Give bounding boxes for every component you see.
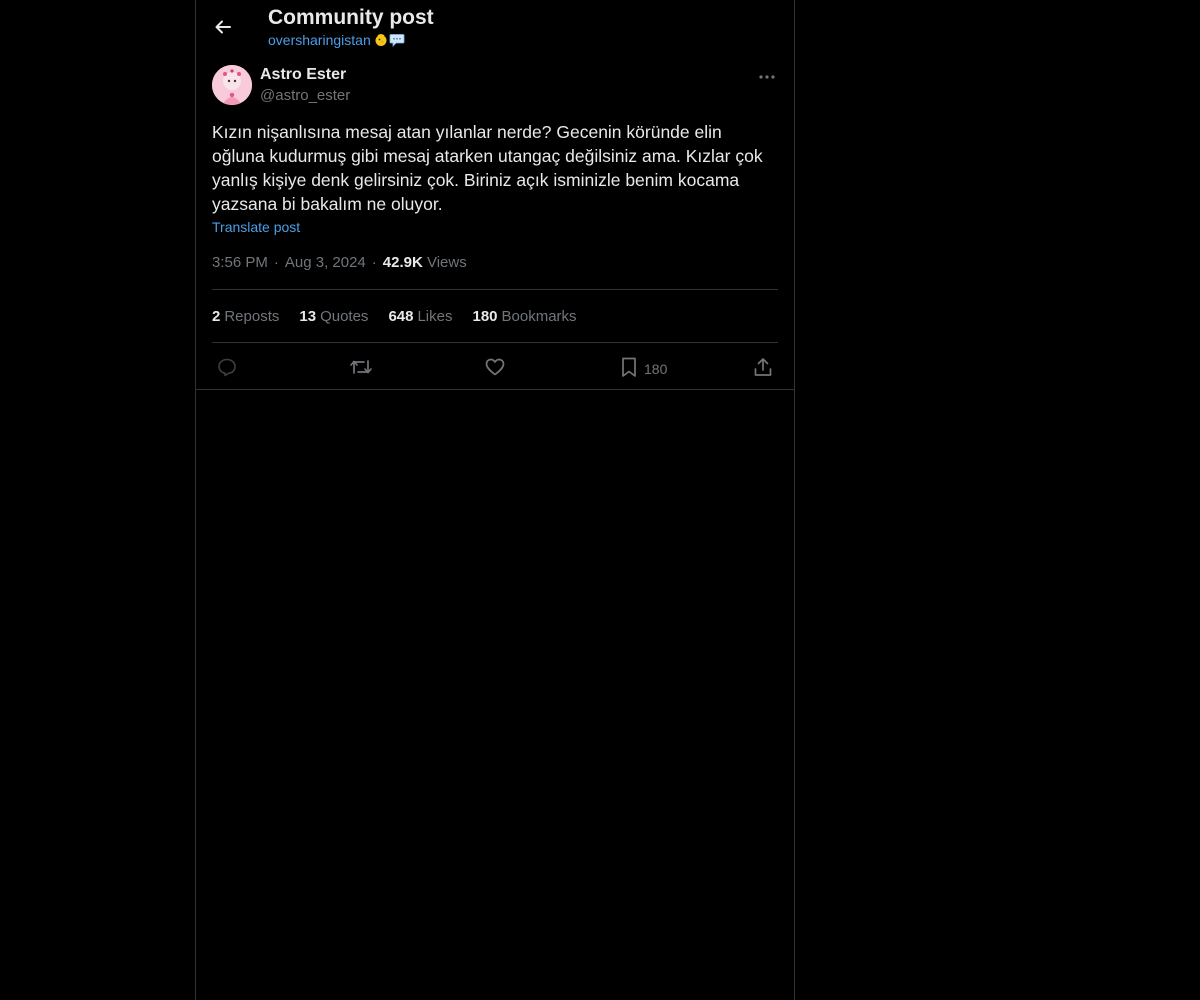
community-link[interactable]: oversharingistan (268, 31, 405, 49)
post-detail-column: Community post oversharingistan Astro Es… (195, 0, 795, 1000)
post-bottom-divider (196, 389, 794, 390)
translate-post-link[interactable]: Translate post (212, 218, 300, 236)
bookmark-action-count: 180 (644, 361, 668, 377)
author-row: Astro Ester @astro_ester (212, 64, 778, 120)
author-handle: @astro_ester (260, 87, 351, 104)
bookmarks-stat[interactable]: 180 Bookmarks (473, 308, 577, 325)
meta-separator: · (273, 254, 279, 271)
like-button[interactable] (484, 355, 506, 379)
more-dots-icon (759, 75, 775, 79)
back-arrow-icon (215, 20, 231, 34)
repost-icon (350, 360, 372, 374)
reply-button[interactable] (216, 355, 238, 379)
speech-bubble-emoji-icon (389, 34, 405, 47)
community-name: oversharingistan (268, 32, 371, 48)
meta-separator: · (371, 254, 377, 271)
post-meta: 3:56 PM · Aug 3, 2024 · 42.9K Views (212, 253, 778, 290)
quotes-stat[interactable]: 13 Quotes (299, 308, 368, 325)
likes-count: 648 (388, 307, 414, 325)
share-button[interactable] (752, 355, 774, 379)
likes-label: Likes (417, 307, 453, 325)
reply-icon (218, 358, 236, 377)
repost-button[interactable] (349, 355, 373, 379)
quotes-label: Quotes (320, 307, 369, 325)
reposts-label: Reposts (224, 307, 280, 325)
author-name[interactable]: Astro Ester (260, 65, 346, 85)
likes-stat[interactable]: 648 Likes (388, 308, 452, 325)
action-bar: 180 (212, 343, 778, 390)
post-date[interactable]: Aug 3, 2024 (285, 254, 366, 271)
post-text: Kızın nişanlısına mesaj atan yılanlar ne… (212, 122, 763, 214)
engagement-stats: 2 Reposts 13 Quotes 648 Likes 180 Bookmarks (212, 290, 778, 343)
bookmark-button[interactable]: 180 (618, 355, 667, 379)
avatar-image-icon (212, 65, 252, 105)
views-count: 42.9K (382, 254, 423, 271)
back-button[interactable] (208, 12, 238, 42)
bookmarks-count: 180 (472, 307, 498, 325)
heart-icon (485, 358, 505, 376)
bookmarks-label: Bookmarks (501, 307, 577, 325)
post: Astro Ester @astro_ester Kızın nişanlısı… (196, 64, 794, 390)
page-title: Community post (268, 6, 434, 29)
share-icon (754, 358, 772, 376)
page-header: Community post oversharingistan (196, 0, 794, 56)
quotes-count: 13 (299, 307, 317, 325)
bookmark-icon (622, 357, 636, 377)
reposts-stat[interactable]: 2 Reposts (212, 308, 279, 325)
more-options-button[interactable] (756, 66, 778, 88)
post-time[interactable]: 3:56 PM (212, 254, 268, 271)
chick-emoji-icon (375, 34, 387, 46)
views-label: Views (426, 254, 467, 271)
avatar[interactable] (212, 65, 252, 105)
reposts-count: 2 (212, 307, 221, 325)
